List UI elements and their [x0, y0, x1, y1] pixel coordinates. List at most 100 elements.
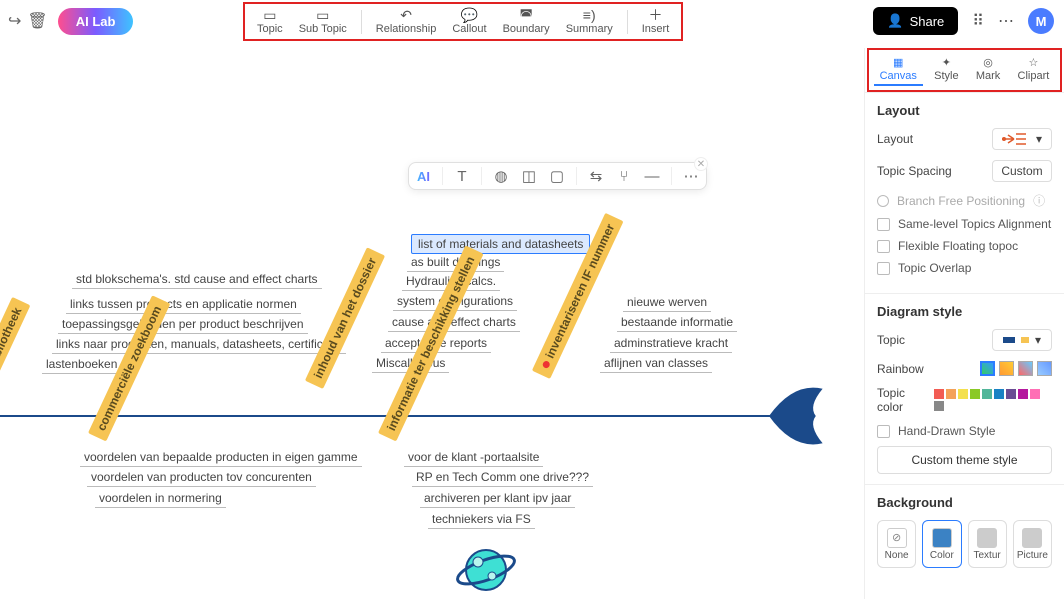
overlap-check[interactable]: Topic Overlap — [877, 261, 1052, 275]
rainbow-label: Rainbow — [877, 362, 924, 376]
diagram-style-heading: Diagram style — [877, 304, 1052, 319]
branch-icon[interactable]: ⑂ — [615, 168, 633, 185]
color-swatch[interactable] — [934, 389, 944, 399]
tab-clipart[interactable]: ☆Clipart — [1012, 54, 1056, 86]
topic-spacing-label: Topic Spacing — [877, 164, 952, 178]
info-icon[interactable]: ⓘ — [1033, 192, 1045, 209]
tool-topic[interactable]: ▭Topic — [251, 8, 289, 35]
style-icon: ✦ — [942, 56, 951, 69]
relationship-icon: ↶ — [400, 8, 412, 22]
hand-drawn-check[interactable]: Hand-Drawn Style — [877, 424, 1052, 438]
same-level-check[interactable]: Same-level Topics Alignment — [877, 217, 1052, 231]
text-icon[interactable]: T — [453, 168, 471, 185]
topic-color-palette[interactable] — [934, 389, 1052, 411]
color-swatch[interactable] — [1030, 389, 1040, 399]
ai-lab-button[interactable]: AI Lab — [58, 8, 134, 35]
bg-option-color[interactable]: Color — [922, 520, 961, 568]
layout-section: Layout Layout ▾ Topic Spacing Custom Bra… — [865, 92, 1064, 293]
subtopic-icon: ▭ — [316, 8, 329, 22]
tab-canvas[interactable]: ▦Canvas — [874, 54, 923, 86]
flexible-check[interactable]: Flexible Floating topoc — [877, 239, 1052, 253]
crop-icon[interactable]: ◫ — [520, 167, 538, 185]
layout-heading: Layout — [877, 103, 1052, 118]
topic-spacing-dropdown[interactable]: Custom — [992, 160, 1052, 182]
summary-icon: ≡) — [583, 8, 596, 22]
topic-item[interactable]: aflijnen van classes — [600, 356, 712, 373]
color-swatch[interactable] — [982, 389, 992, 399]
topic-icon: ▭ — [263, 8, 276, 22]
background-heading: Background — [877, 495, 1052, 510]
color-swatch[interactable] — [970, 389, 980, 399]
line-icon[interactable]: — — [643, 168, 661, 185]
planet-clipart[interactable] — [456, 540, 516, 599]
canvas-icon: ▦ — [893, 56, 903, 69]
custom-theme-button[interactable]: Custom theme style — [877, 446, 1052, 474]
tool-subtopic[interactable]: ▭Sub Topic — [293, 8, 353, 35]
topbar-right: 👤Share ⠿ ⋯ M — [873, 7, 1054, 35]
tool-insert[interactable]: ＋Insert — [636, 8, 676, 35]
avatar[interactable]: M — [1028, 8, 1054, 34]
tool-summary[interactable]: ≡)Summary — [560, 8, 619, 35]
topic-item[interactable]: lastenboeken — [42, 357, 121, 374]
topic-style-dropdown[interactable]: ▾ — [992, 329, 1052, 351]
color-swatch[interactable] — [1006, 389, 1016, 399]
branch-free-check: Branch Free Positioning ⓘ — [877, 192, 1052, 209]
separator — [627, 10, 628, 34]
panel-tabs: ▦Canvas ✦Style ◎Mark ☆Clipart — [867, 48, 1062, 92]
topbar-left: ↪ 🗑 AI Lab — [8, 8, 133, 35]
layout-dropdown[interactable]: ▾ — [992, 128, 1052, 150]
topic-item[interactable]: voordelen in normering — [95, 491, 226, 508]
topic-item[interactable]: voordelen van producten tov concurenten — [87, 470, 316, 487]
bg-option-textur[interactable]: Textur — [968, 520, 1007, 568]
topic-item[interactable]: voor de klant -portaalsite — [404, 450, 543, 467]
color-swatch[interactable] — [946, 389, 956, 399]
mark-icon: ◎ — [983, 56, 993, 69]
share-button[interactable]: 👤Share — [873, 7, 958, 35]
topic-item[interactable]: list of materials and datasheets — [411, 234, 590, 254]
undo-icon[interactable]: 🗑 — [27, 11, 47, 31]
bg-option-none[interactable]: ⊘None — [877, 520, 916, 568]
topic-item[interactable]: toepassingsgebieden per product beschrij… — [58, 317, 308, 334]
tool-relationship[interactable]: ↶Relationship — [370, 8, 443, 35]
apps-icon[interactable]: ⠿ — [972, 11, 984, 31]
topic-item[interactable]: techniekers via FS — [428, 512, 535, 529]
topic-item[interactable]: RP en Tech Comm one drive??? — [412, 470, 593, 487]
tool-callout[interactable]: 💬Callout — [446, 8, 492, 35]
ai-button[interactable]: AI — [415, 169, 432, 184]
bg-option-picture[interactable]: Picture — [1013, 520, 1052, 568]
topic-item[interactable]: links tussen products en applicatie norm… — [66, 297, 301, 314]
topic-item[interactable]: voordelen van bepaalde producten in eige… — [80, 450, 362, 467]
canvas[interactable]: AI T ◍ ◫ ▢ ⇆ ⑂ — ⋯ ✕ bibliotheekstd blok… — [0, 42, 864, 599]
link-icon[interactable]: ⇆ — [587, 167, 605, 185]
fill-icon[interactable]: ◍ — [492, 167, 510, 185]
share-icon: 👤 — [887, 13, 903, 29]
separator — [361, 10, 362, 34]
close-icon[interactable]: ✕ — [694, 157, 708, 171]
right-panel: ▦Canvas ✦Style ◎Mark ☆Clipart Layout Lay… — [864, 48, 1064, 599]
topic-item[interactable]: bestaande informatie — [617, 315, 737, 332]
redo-icon[interactable]: ↪ — [8, 11, 21, 31]
layout-label: Layout — [877, 132, 913, 146]
topic-color-label: Topic color — [877, 386, 934, 414]
topic-item[interactable]: archiveren per klant ipv jaar — [420, 491, 575, 508]
topic-item[interactable]: std blokschema's. std cause and effect c… — [72, 272, 322, 289]
topic-item[interactable]: links naar producten, manuals, datasheet… — [52, 337, 346, 354]
color-swatch[interactable] — [958, 389, 968, 399]
tab-style[interactable]: ✦Style — [928, 54, 964, 86]
branch-bibliotheek[interactable]: bibliotheek — [0, 297, 31, 377]
color-swatch[interactable] — [934, 401, 944, 411]
color-swatch[interactable] — [994, 389, 1004, 399]
shape-icon[interactable]: ▢ — [548, 167, 566, 185]
tab-mark[interactable]: ◎Mark — [970, 54, 1006, 86]
boundary-icon: ◚ — [519, 8, 533, 22]
rainbow-options[interactable] — [980, 361, 1052, 376]
tool-boundary[interactable]: ◚Boundary — [497, 8, 556, 35]
topic-style-label: Topic — [877, 333, 905, 347]
topic-item[interactable]: nieuwe werven — [623, 295, 711, 312]
topic-item[interactable]: adminstratieve kracht — [610, 336, 732, 353]
background-options: ⊘NoneColorTexturPicture — [877, 520, 1052, 568]
topic-item[interactable]: cause and effect charts — [388, 315, 520, 332]
color-swatch[interactable] — [1018, 389, 1028, 399]
more-icon[interactable]: ⋯ — [998, 11, 1014, 31]
history-controls: ↪ 🗑 — [8, 11, 48, 31]
